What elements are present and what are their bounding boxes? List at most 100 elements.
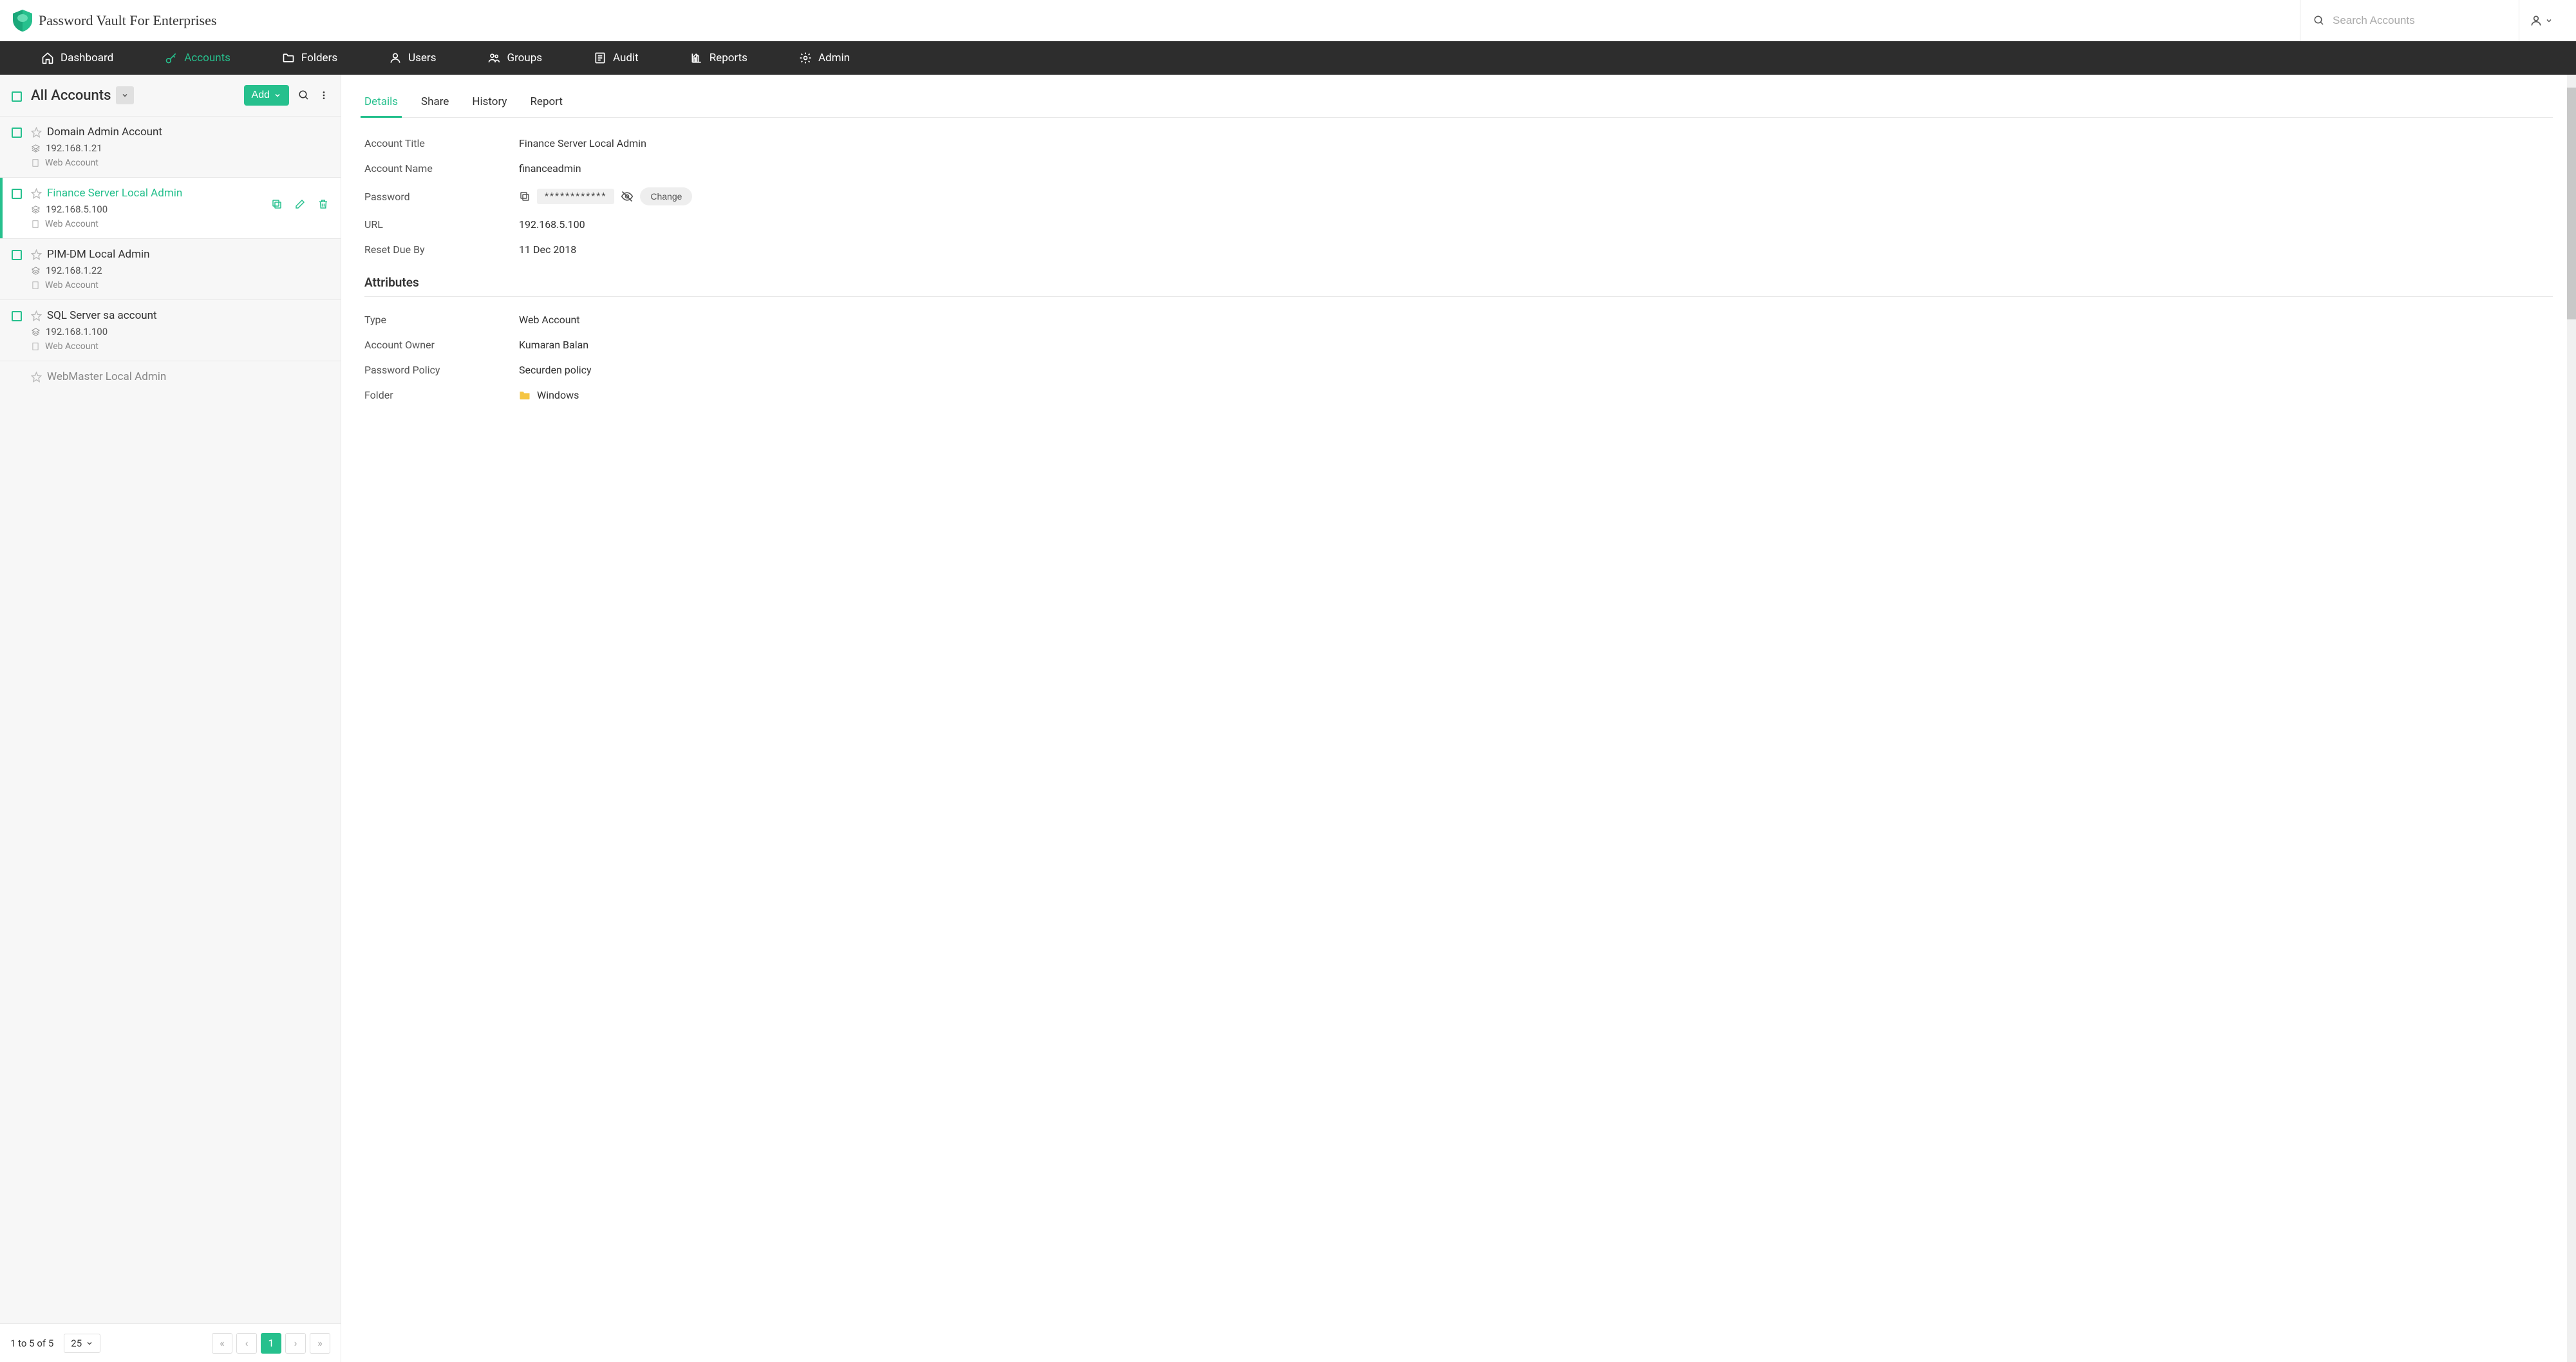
- account-row[interactable]: SQL Server sa account 192.168.1.100 Web …: [0, 300, 341, 361]
- star-icon[interactable]: [31, 249, 42, 260]
- user-icon: [389, 52, 402, 64]
- nav-label: Audit: [613, 52, 639, 64]
- change-password-button[interactable]: Change: [640, 187, 692, 205]
- sidebar-footer: 1 to 5 of 5 25 « ‹ 1 › »: [0, 1323, 341, 1362]
- field-value: Web Account: [519, 314, 580, 326]
- page-last[interactable]: »: [310, 1333, 330, 1354]
- search-icon: [2313, 15, 2325, 26]
- field-label: Account Owner: [364, 339, 519, 351]
- nav-label: Accounts: [184, 52, 230, 64]
- row-checkbox[interactable]: [12, 311, 22, 321]
- row-checkbox[interactable]: [12, 128, 22, 138]
- tab-history[interactable]: History: [472, 90, 507, 117]
- copy-icon[interactable]: [271, 198, 283, 210]
- row-checkbox[interactable]: [12, 189, 22, 199]
- more-vertical-icon[interactable]: [319, 90, 329, 100]
- nav-folders[interactable]: Folders: [256, 41, 363, 75]
- nav-reports[interactable]: Reports: [664, 41, 773, 75]
- account-host: 192.168.1.22: [46, 265, 102, 276]
- account-row[interactable]: Finance Server Local Admin 192.168.5.100…: [0, 178, 341, 239]
- field-password: Password ************ Change: [364, 181, 2553, 212]
- page-size-value: 25: [71, 1338, 82, 1349]
- field-value: Securden policy: [519, 364, 592, 376]
- brand-title: Password Vault For Enterprises: [39, 12, 216, 29]
- nav-users[interactable]: Users: [363, 41, 462, 75]
- copy-password-icon[interactable]: [519, 191, 531, 202]
- folder-icon: [519, 390, 531, 400]
- building-icon: [31, 281, 40, 290]
- shield-logo-icon: [13, 10, 32, 32]
- field-account-name: Account Name financeadmin: [364, 156, 2553, 181]
- search-input[interactable]: [2333, 14, 2500, 27]
- tab-report[interactable]: Report: [530, 90, 562, 117]
- star-icon[interactable]: [31, 127, 42, 138]
- sidebar-filter-dropdown[interactable]: [116, 86, 134, 104]
- account-type: Web Account: [45, 158, 99, 168]
- field-value: Finance Server Local Admin: [519, 137, 646, 149]
- brand: Password Vault For Enterprises: [13, 10, 2300, 32]
- pagination-info: 1 to 5 of 5: [10, 1338, 53, 1349]
- star-icon[interactable]: [31, 310, 42, 321]
- scrollbar-thumb[interactable]: [2567, 88, 2576, 319]
- account-title: WebMaster Local Admin: [47, 370, 166, 383]
- page-first[interactable]: «: [212, 1333, 232, 1354]
- field-label: Type: [364, 314, 519, 326]
- eye-off-icon[interactable]: [621, 190, 634, 203]
- delete-icon[interactable]: [317, 198, 329, 210]
- layers-icon: [31, 205, 41, 214]
- account-title: Finance Server Local Admin: [47, 187, 182, 200]
- add-label: Add: [252, 90, 270, 101]
- field-label: URL: [364, 218, 519, 231]
- nav-groups[interactable]: Groups: [462, 41, 568, 75]
- add-button[interactable]: Add: [244, 85, 289, 106]
- page-prev[interactable]: ‹: [236, 1333, 257, 1354]
- nav-dashboard[interactable]: Dashboard: [15, 41, 139, 75]
- field-label: Password Policy: [364, 364, 519, 376]
- field-label: Account Name: [364, 162, 519, 175]
- folder-icon: [282, 52, 295, 64]
- field-account-title: Account Title Finance Server Local Admin: [364, 131, 2553, 156]
- nav-label: Admin: [818, 52, 850, 64]
- select-all-checkbox[interactable]: [12, 91, 22, 102]
- building-icon: [31, 220, 40, 229]
- layers-icon: [31, 144, 41, 153]
- page-next[interactable]: ›: [285, 1333, 306, 1354]
- navbar: Dashboard Accounts Folders Users Groups …: [0, 41, 2576, 75]
- account-title: SQL Server sa account: [47, 309, 157, 322]
- account-host: 192.168.1.100: [46, 326, 108, 337]
- star-icon[interactable]: [31, 188, 42, 199]
- field-value: Windows: [537, 389, 579, 401]
- nav-audit[interactable]: Audit: [568, 41, 664, 75]
- row-checkbox[interactable]: [12, 250, 22, 260]
- groups-icon: [487, 52, 500, 64]
- tab-label: Details: [364, 95, 398, 108]
- tab-share[interactable]: Share: [421, 90, 449, 117]
- attributes-header: Attributes: [364, 275, 2553, 297]
- field-reset-due: Reset Due By 11 Dec 2018: [364, 237, 2553, 262]
- page-current[interactable]: 1: [261, 1333, 281, 1354]
- account-type: Web Account: [45, 280, 99, 290]
- nav-admin[interactable]: Admin: [773, 41, 876, 75]
- sidebar-title: All Accounts: [31, 88, 111, 104]
- search-icon[interactable]: [298, 90, 310, 101]
- star-icon[interactable]: [31, 372, 42, 383]
- account-title: Domain Admin Account: [47, 126, 162, 138]
- chevron-down-icon: [2545, 17, 2553, 24]
- edit-icon[interactable]: [294, 198, 306, 210]
- account-row[interactable]: Domain Admin Account 192.168.1.21 Web Ac…: [0, 117, 341, 178]
- sidebar: All Accounts Add Domai: [0, 75, 341, 1362]
- sidebar-title-wrap: All Accounts: [31, 86, 235, 104]
- account-row[interactable]: PIM-DM Local Admin 192.168.1.22 Web Acco…: [0, 239, 341, 300]
- field-label: Folder: [364, 389, 519, 401]
- nav-accounts[interactable]: Accounts: [139, 41, 256, 75]
- page-size-select[interactable]: 25: [64, 1334, 100, 1353]
- user-menu[interactable]: [2519, 0, 2563, 41]
- chevron-down-icon: [121, 91, 129, 99]
- chart-icon: [690, 52, 703, 64]
- tab-details[interactable]: Details: [364, 90, 398, 117]
- account-row[interactable]: WebMaster Local Admin: [0, 361, 341, 383]
- building-icon: [31, 342, 40, 351]
- search-container[interactable]: [2300, 0, 2519, 41]
- home-icon: [41, 52, 54, 64]
- attr-owner: Account Owner Kumaran Balan: [364, 332, 2553, 357]
